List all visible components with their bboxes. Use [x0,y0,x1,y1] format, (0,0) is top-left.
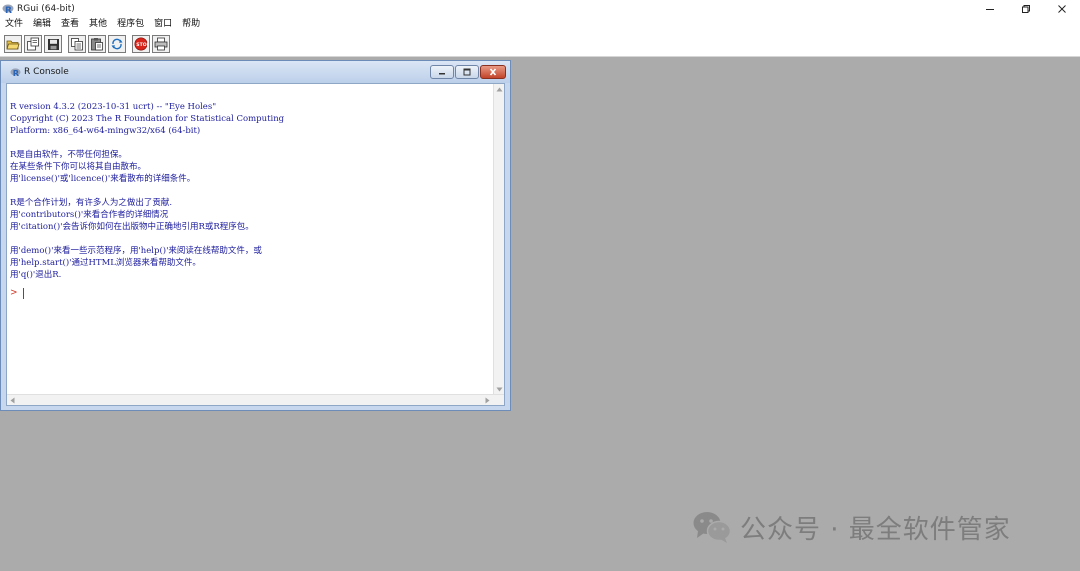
console-title: R Console [24,67,69,77]
console-line: 用'citation()'会告诉你如何在出版物中正确地引用R或R程序包。 [10,222,254,232]
menu-windows[interactable]: 窗口 [154,17,172,32]
r-console-window: R R Console R version 4.3.2 (2023-10-31 … [0,60,511,411]
svg-text:R: R [13,68,20,78]
load-workspace-icon [27,37,39,51]
scroll-left-arrow-icon[interactable] [7,395,18,406]
r-logo-icon: R [10,63,21,82]
console-prompt: > [10,288,18,298]
console-line: R是自由软件，不带任何担保。 [10,150,127,160]
console-output-area[interactable]: R version 4.3.2 (2023-10-31 ucrt) -- "Ey… [6,83,505,406]
rgui-app: R RGui (64-bit) 文件 编辑 查看 其他 程序包 窗口 帮助 ST… [0,0,1080,571]
copy-button[interactable] [68,35,86,53]
prompt-line[interactable]: > [10,287,495,299]
copy-paste-icon [111,38,123,50]
console-line: R version 4.3.2 (2023-10-31 ucrt) -- "Ey… [10,102,217,112]
menu-bar: 文件 编辑 查看 其他 程序包 窗口 帮助 [0,17,1080,32]
copy-paste-button[interactable] [108,35,126,53]
load-workspace-button[interactable] [24,35,42,53]
restore-button[interactable] [1008,0,1044,17]
console-window-controls [430,65,506,79]
main-title-bar: R RGui (64-bit) [0,0,1080,17]
wechat-icon [693,512,732,543]
scroll-up-arrow-icon[interactable] [494,84,505,95]
print-icon [154,37,168,51]
console-line: 用'q()'退出R. [10,270,62,280]
stop-button[interactable]: STOP [132,35,150,53]
console-maximize-button[interactable] [455,65,479,79]
console-line: Copyright (C) 2023 The R Foundation for … [10,114,285,124]
paste-button[interactable] [88,35,106,53]
open-script-button[interactable] [4,35,22,53]
horizontal-scrollbar[interactable] [7,394,504,405]
console-line: 用'help.start()'通过HTML浏览器来看帮助文件。 [10,258,201,268]
console-line: 在某些条件下你可以将其自由散布。 [10,162,147,172]
menu-view[interactable]: 查看 [61,17,79,32]
console-line: Platform: x86_64-w64-mingw32/x64 (64-bit… [10,126,201,136]
minimize-button[interactable] [972,0,1008,17]
close-button[interactable] [1044,0,1080,17]
console-line: 用'contributors()'来看合作者的详细情况 [10,210,169,220]
menu-edit[interactable]: 编辑 [33,17,51,32]
menu-misc[interactable]: 其他 [89,17,107,32]
wechat-watermark: 公众号 · 最全软件管家 [692,507,1011,547]
paste-icon [91,38,103,51]
vertical-scrollbar[interactable] [493,84,504,395]
r-logo-icon: R [2,3,14,15]
stop-icon: STOP [134,37,148,51]
watermark-text: 公众号 · 最全软件管家 [740,514,1011,545]
menu-help[interactable]: 帮助 [182,17,200,32]
console-minimize-button[interactable] [430,65,454,79]
save-workspace-icon [47,38,59,50]
print-button[interactable] [152,35,170,53]
toolbar: STOP [0,32,1080,57]
console-title-bar[interactable]: R R Console [1,61,510,83]
open-script-icon [6,40,20,50]
copy-icon [71,38,83,51]
window-title: RGui (64-bit) [17,3,75,14]
console-line: 用'demo()'来看一些示范程序，用'help()'来阅读在线帮助文件，或 [10,246,262,256]
menu-packages[interactable]: 程序包 [117,17,144,32]
console-line: R是个合作计划，有许多人为之做出了贡献. [10,198,173,208]
scroll-right-arrow-icon[interactable] [482,395,493,406]
menu-file[interactable]: 文件 [5,17,23,32]
window-controls [972,0,1080,17]
save-workspace-button[interactable] [44,35,62,53]
console-text: R version 4.3.2 (2023-10-31 ucrt) -- "Ey… [10,101,495,393]
console-close-button[interactable] [480,65,506,79]
text-cursor [22,287,25,299]
console-line: 用'license()'或'licence()'来看散布的详细条件。 [10,174,196,184]
svg-text:STOP: STOP [136,42,148,48]
svg-text:R: R [5,6,12,15]
